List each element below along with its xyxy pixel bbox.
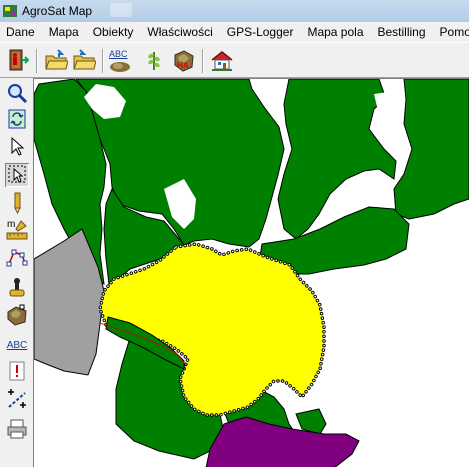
measure-text: m [7, 219, 16, 230]
measure-tool-button[interactable]: m [5, 218, 29, 242]
menu-wlasciwosci[interactable]: Właściwości [140, 22, 219, 42]
open-folder-icon [44, 48, 69, 75]
pencil-icon [6, 192, 28, 217]
title-bar: AgroSat Map [0, 0, 469, 22]
text-label-icon: ABC [6, 339, 28, 351]
text-label-tool-button[interactable]: ABC [5, 333, 29, 357]
crop-button[interactable] [140, 47, 168, 75]
edit-vertices-icon [6, 246, 28, 271]
menu-obiekty[interactable]: Obiekty [86, 22, 141, 42]
exit-door-icon [6, 48, 30, 75]
select-region-icon [6, 163, 28, 188]
hectare-area-icon: HA [172, 49, 196, 73]
main-toolbar: ABC HA [0, 42, 469, 78]
field-polygon-icon [6, 304, 28, 329]
toolbar-separator [36, 49, 38, 73]
menu-pomoc[interactable]: Pomoc [433, 22, 469, 42]
info-marker-tool-button[interactable] [5, 360, 29, 384]
select-region-tool-button[interactable] [5, 163, 29, 187]
zoom-tool-button[interactable] [5, 82, 29, 106]
label-abc-text: ABC [109, 49, 128, 59]
label-abc-icon: ABC [108, 49, 132, 73]
tools-panel: m ABC [0, 78, 34, 467]
refresh-icon [6, 108, 28, 133]
add-split-icon [6, 388, 28, 413]
select-tool-button[interactable] [5, 135, 29, 159]
menu-bar: Dane Mapa Obiekty Właściwości GPS-Logger… [0, 22, 469, 42]
edit-vertices-tool-button[interactable] [5, 246, 29, 270]
hectare-area-text: HA [177, 61, 189, 70]
crop-plant-icon [142, 48, 166, 75]
window-title: AgroSat Map [22, 4, 93, 18]
farm-house-icon [210, 48, 234, 75]
toolbar-separator [102, 49, 104, 73]
field-polygon[interactable] [393, 79, 469, 220]
toolbar-separator [202, 49, 204, 73]
menu-gps-logger[interactable]: GPS-Logger [220, 22, 301, 42]
white-gap [374, 91, 400, 139]
import-folder-icon [72, 48, 97, 75]
menu-dane[interactable]: Dane [0, 22, 42, 42]
import-button[interactable] [70, 47, 98, 75]
farm-button[interactable] [208, 47, 236, 75]
gps-antenna-icon [6, 276, 28, 301]
pencil-tool-button[interactable] [5, 192, 29, 216]
print-icon [6, 418, 28, 443]
gps-tool-button[interactable] [5, 276, 29, 300]
add-split-tool-button[interactable] [5, 388, 29, 412]
label-button[interactable]: ABC [106, 47, 134, 75]
titlebar-ghost-button [110, 3, 132, 17]
agrosat-logo-icon [2, 3, 18, 19]
field-polygon-tool-button[interactable] [5, 304, 29, 328]
measure-icon: m [6, 219, 28, 241]
select-arrow-icon [6, 135, 28, 160]
menu-mapa[interactable]: Mapa [42, 22, 86, 42]
refresh-tool-button[interactable] [5, 108, 29, 132]
menu-bestilling[interactable]: Bestilling [371, 22, 433, 42]
print-tool-button[interactable] [5, 418, 29, 442]
zoom-magnifier-icon [6, 82, 28, 107]
open-button[interactable] [42, 47, 70, 75]
map-canvas[interactable] [34, 78, 469, 467]
area-button[interactable]: HA [170, 47, 198, 75]
menu-mapa-pola[interactable]: Mapa pola [300, 22, 370, 42]
info-marker-icon [6, 360, 28, 385]
exit-button[interactable] [4, 47, 32, 75]
